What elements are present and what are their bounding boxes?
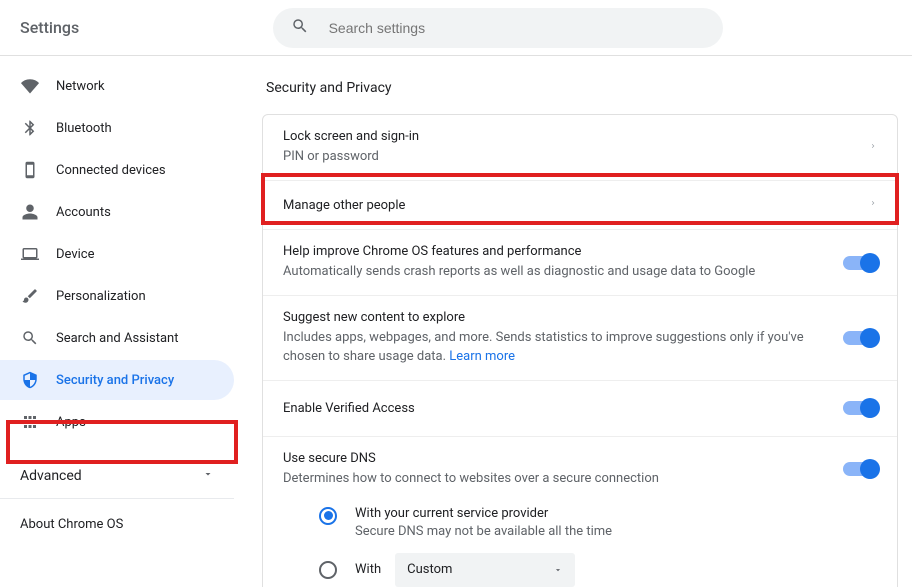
toggle-dns[interactable]	[843, 462, 877, 476]
row-title: Use secure DNS	[283, 451, 843, 466]
row-title: Lock screen and sign-in	[283, 129, 869, 144]
radio-label: With	[355, 562, 381, 577]
row-verified-access: Enable Verified Access	[263, 381, 897, 437]
app-header: Settings	[0, 0, 912, 56]
phone-icon	[20, 160, 40, 180]
person-icon	[20, 202, 40, 222]
row-lock-screen[interactable]: Lock screen and sign-in PIN or password	[263, 115, 897, 181]
row-sub: Includes apps, webpages, and more. Sends…	[283, 329, 843, 365]
search-box[interactable]	[273, 8, 723, 48]
sidebar-item-label: Network	[56, 79, 105, 94]
brush-icon	[20, 286, 40, 306]
page-title: Settings	[20, 18, 79, 37]
radio-icon	[319, 561, 337, 579]
dns-provider-select[interactable]: Custom	[395, 553, 575, 587]
row-title: Help improve Chrome OS features and perf…	[283, 244, 843, 259]
chevron-right-icon	[869, 197, 877, 213]
advanced-label: Advanced	[20, 468, 82, 484]
row-help-improve: Help improve Chrome OS features and perf…	[263, 230, 897, 296]
wifi-icon	[20, 76, 40, 96]
radio-icon	[319, 507, 337, 525]
row-sub: Determines how to connect to websites ov…	[283, 470, 843, 488]
search-icon	[291, 17, 309, 39]
row-suggest-content: Suggest new content to explore Includes …	[263, 296, 897, 380]
sidebar-item-label: Apps	[56, 415, 86, 430]
search-icon	[20, 328, 40, 348]
sidebar-item-label: Search and Assistant	[56, 331, 179, 346]
sidebar: Network Bluetooth Connected devices Acco…	[0, 56, 246, 587]
about-link[interactable]: About Chrome OS	[0, 499, 246, 550]
sidebar-item-connected-devices[interactable]: Connected devices	[0, 150, 234, 190]
row-manage-people[interactable]: Manage other people	[263, 181, 897, 230]
sidebar-item-label: Bluetooth	[56, 121, 112, 136]
row-title: Enable Verified Access	[283, 401, 843, 416]
radio-custom-provider[interactable]: With Custom	[319, 553, 877, 587]
search-input[interactable]	[329, 20, 705, 36]
sidebar-item-security[interactable]: Security and Privacy	[0, 360, 234, 400]
toggle-suggest[interactable]	[843, 331, 877, 345]
bluetooth-icon	[20, 118, 40, 138]
apps-icon	[20, 412, 40, 432]
chevron-down-icon	[553, 565, 563, 575]
sidebar-item-accounts[interactable]: Accounts	[0, 192, 234, 232]
sidebar-item-bluetooth[interactable]: Bluetooth	[0, 108, 234, 148]
laptop-icon	[20, 244, 40, 264]
learn-more-link[interactable]: Learn more	[449, 349, 515, 364]
sidebar-item-network[interactable]: Network	[0, 66, 234, 106]
radio-current-provider[interactable]: With your current service provider Secur…	[319, 506, 877, 539]
row-sub: PIN or password	[283, 148, 869, 166]
row-secure-dns: Use secure DNS Determines how to connect…	[263, 437, 897, 502]
sidebar-item-personalization[interactable]: Personalization	[0, 276, 234, 316]
sidebar-item-label: Security and Privacy	[56, 373, 174, 388]
radio-label: With your current service provider	[355, 506, 612, 521]
section-title: Security and Privacy	[266, 80, 898, 96]
row-title: Suggest new content to explore	[283, 310, 843, 325]
sidebar-item-apps[interactable]: Apps	[0, 402, 234, 442]
chevron-down-icon	[202, 468, 214, 484]
row-sub: Automatically sends crash reports as wel…	[283, 263, 843, 281]
shield-icon	[20, 370, 40, 390]
toggle-verified[interactable]	[843, 401, 877, 415]
sidebar-item-label: Connected devices	[56, 163, 166, 178]
dns-options: With your current service provider Secur…	[263, 502, 897, 587]
row-title: Manage other people	[283, 198, 869, 213]
content-area: Security and Privacy Lock screen and sig…	[246, 56, 912, 587]
sidebar-item-device[interactable]: Device	[0, 234, 234, 274]
advanced-toggle[interactable]: Advanced	[0, 454, 234, 499]
chevron-right-icon	[869, 140, 877, 156]
search-wrap	[273, 8, 723, 48]
toggle-help-improve[interactable]	[843, 256, 877, 270]
sidebar-item-label: Device	[56, 247, 95, 262]
sidebar-item-label: Accounts	[56, 205, 111, 220]
sidebar-item-label: Personalization	[56, 289, 146, 304]
settings-card: Lock screen and sign-in PIN or password …	[262, 114, 898, 587]
sidebar-item-search-assistant[interactable]: Search and Assistant	[0, 318, 234, 358]
radio-sub: Secure DNS may not be available all the …	[355, 524, 612, 539]
